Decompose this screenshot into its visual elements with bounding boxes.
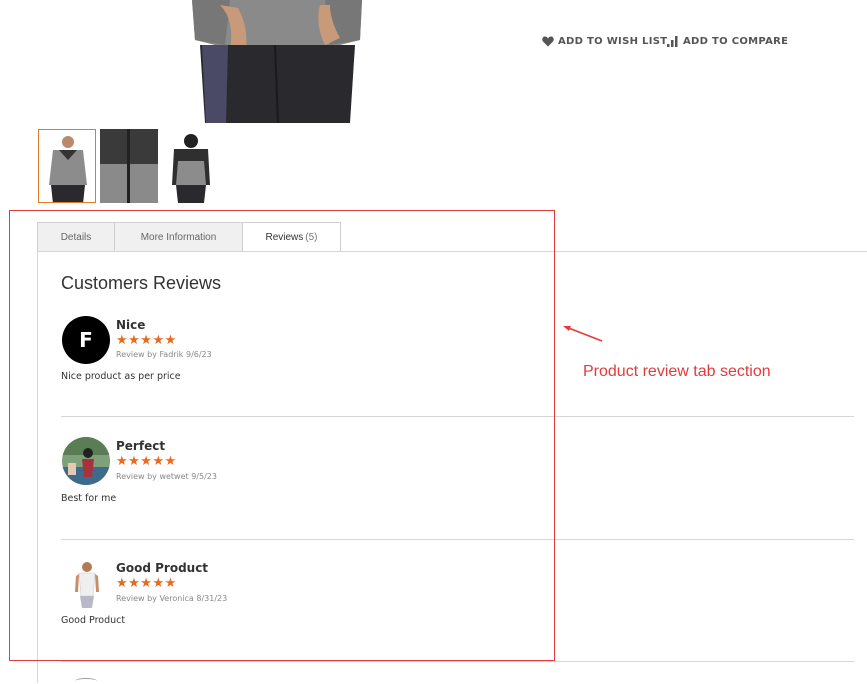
annotation-highlight-box — [9, 210, 555, 661]
compare-label: ADD TO COMPARE — [683, 36, 789, 47]
thumbnail-detail[interactable] — [100, 129, 158, 203]
add-to-compare-link[interactable]: ADD TO COMPARE — [667, 36, 788, 47]
annotation-arrow-icon — [563, 326, 603, 342]
add-to-wishlist-link[interactable]: ADD TO WISH LIST — [542, 36, 667, 47]
thumbnail-front[interactable] — [38, 129, 96, 203]
wishlist-label: ADD TO WISH LIST — [558, 36, 668, 47]
product-main-image — [190, 0, 365, 123]
avatar — [75, 678, 97, 684]
heart-icon — [542, 36, 554, 47]
annotation-label: Product review tab section — [583, 363, 771, 380]
review-divider — [61, 661, 854, 662]
bar-chart-icon — [667, 36, 678, 47]
thumbnail-back[interactable] — [162, 129, 220, 203]
